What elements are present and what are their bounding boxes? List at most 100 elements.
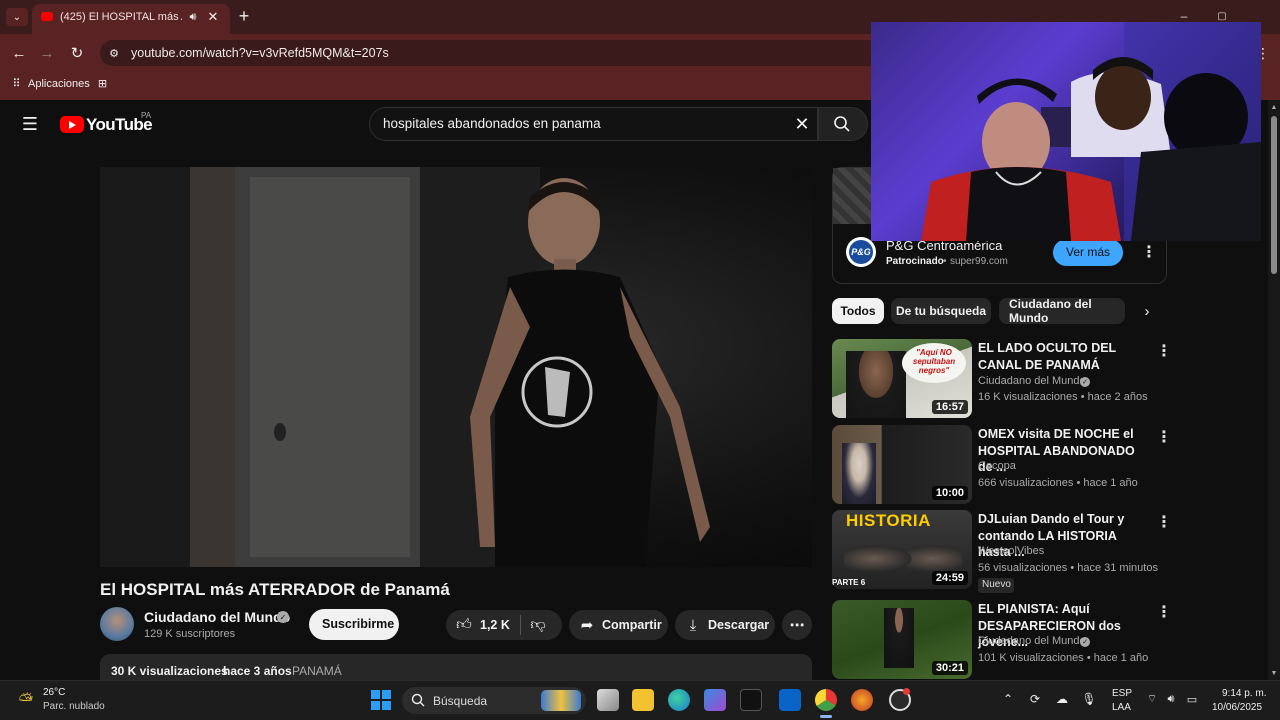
clock-time[interactable]: 9:14 p. m.: [1222, 688, 1266, 699]
tab-groups-icon[interactable]: ⊞: [96, 77, 109, 90]
maximize-icon[interactable]: ▢: [1214, 10, 1230, 22]
language-code[interactable]: ESP: [1112, 688, 1132, 699]
share-label: Compartir: [602, 618, 662, 632]
related-meta: 101 K visualizaciones • hace 1 año: [978, 652, 1149, 664]
scroll-up-icon[interactable]: ▲: [1268, 101, 1280, 113]
chip-label: Ciudadano del Mundo: [1009, 298, 1092, 324]
thumb-person: [884, 608, 914, 668]
volume-icon[interactable]: 🔊︎: [1164, 692, 1178, 706]
hamburger-menu-icon[interactable]: ☰: [20, 114, 40, 134]
clock-date[interactable]: 10/06/2025: [1212, 702, 1262, 713]
task-view-icon[interactable]: [597, 689, 619, 711]
related-channel[interactable]: Ciudadano del Mundo: [978, 375, 1086, 387]
scroll-down-icon[interactable]: ▼: [1268, 667, 1280, 679]
reload-icon[interactable]: ↻: [68, 44, 86, 62]
app-icon[interactable]: [851, 689, 873, 711]
tray-chevron-icon[interactable]: ⌃: [1001, 692, 1015, 706]
related-channel[interactable]: Ciudadano del Mundo: [978, 635, 1086, 647]
speaker-icon[interactable]: 🔊︎: [186, 10, 200, 24]
like-icon[interactable]: 👍︎: [455, 616, 473, 634]
clear-search-icon[interactable]: ✕: [792, 114, 812, 134]
chip-ciudadano-del-mundo[interactable]: Ciudadano del Mundo: [999, 298, 1125, 324]
thumb-caption: "Aquí NO sepultaban negros": [912, 348, 956, 375]
like-count[interactable]: 1,2 K: [480, 618, 510, 632]
wifi-icon[interactable]: ⌔: [1145, 692, 1159, 706]
related-channel[interactable]: Cocopa: [978, 460, 1016, 472]
microphone-icon[interactable]: 🎙︎: [1081, 692, 1096, 706]
battery-icon[interactable]: ▭: [1184, 692, 1200, 706]
search-query: hospitales abandonados en panama: [383, 116, 601, 131]
ad-sponsored: Patrocinado: [886, 256, 944, 267]
edge-icon[interactable]: [668, 689, 690, 711]
weather-icon[interactable]: ⛅︎: [14, 688, 38, 712]
related-thumbnail[interactable]: "Aquí NO sepultaban negros" 16:57: [832, 339, 972, 418]
related-thumbnail[interactable]: HISTORIA PARTE 6 24:59: [832, 510, 972, 589]
chevron-right-icon[interactable]: ›: [1138, 302, 1156, 320]
tab-list-button[interactable]: ⌄: [6, 8, 28, 26]
chip-de-tu-busqueda[interactable]: De tu búsqueda: [891, 298, 991, 324]
related-thumbnail[interactable]: 10:00: [832, 425, 972, 504]
channel-avatar[interactable]: [100, 607, 134, 641]
video-title: El HOSPITAL más ATERRADOR de Panamá: [100, 580, 450, 599]
related-thumbnail[interactable]: 30:21: [832, 600, 972, 679]
chip-label: De tu búsqueda: [895, 304, 986, 318]
back-icon[interactable]: ←: [10, 44, 28, 62]
minimize-icon[interactable]: –: [1176, 9, 1192, 23]
store-icon[interactable]: [704, 689, 726, 711]
outlook-icon[interactable]: [779, 689, 801, 711]
view-count: 30 K visualizaciones: [111, 664, 228, 678]
chrome-icon[interactable]: [815, 689, 837, 711]
video-duration: 24:59: [931, 571, 968, 585]
tray-app-icon[interactable]: ⟳: [1028, 692, 1042, 706]
related-meta: 16 K visualizaciones • hace 2 años: [978, 391, 1148, 403]
subscriber-count: 129 K suscriptores: [144, 628, 236, 640]
dislike-icon[interactable]: 👎︎: [529, 616, 547, 634]
chip-todos[interactable]: Todos: [832, 298, 884, 324]
upload-age: hace 3 años: [223, 664, 292, 678]
more-horizontal-icon: ⋯: [789, 617, 805, 634]
video-player[interactable]: [100, 167, 812, 567]
ad-menu-icon[interactable]: ⋮: [1141, 242, 1157, 262]
scrollbar-thumb[interactable]: [1271, 116, 1277, 274]
recording-dot-icon: [903, 688, 910, 695]
video-tag[interactable]: PANAMÁ: [292, 664, 342, 678]
verified-icon: ✓: [1080, 637, 1090, 647]
related-menu-icon[interactable]: ⋮: [1156, 427, 1172, 447]
related-channel[interactable]: WestcolVibes: [978, 545, 1044, 557]
apps-grid-icon[interactable]: ⠿: [10, 77, 23, 90]
taskbar-search-icon: [410, 692, 426, 708]
search-icon: [832, 114, 852, 134]
youtube-favicon-icon: [41, 12, 53, 21]
related-menu-icon[interactable]: ⋮: [1156, 512, 1172, 532]
related-menu-icon[interactable]: ⋮: [1156, 602, 1172, 622]
youtube-logo-icon[interactable]: [60, 116, 84, 133]
thumb-subcaption: PARTE 6: [832, 578, 866, 587]
tray-app2-icon[interactable]: ☁︎: [1055, 692, 1069, 706]
verified-icon: ✓: [1080, 377, 1090, 387]
channel-name[interactable]: Ciudadano del Mundo: [144, 609, 290, 625]
ad-domain: super99.com: [950, 256, 1008, 267]
download-label: Descargar: [708, 618, 770, 632]
keyboard-layout[interactable]: LAA: [1112, 702, 1131, 713]
video-duration: 30:21: [931, 661, 968, 675]
file-explorer-icon[interactable]: [632, 689, 654, 711]
new-badge-label: Nuevo: [982, 579, 1011, 590]
download-icon: ⤓: [689, 616, 697, 634]
new-tab-icon[interactable]: +: [236, 6, 252, 26]
like-divider: [520, 615, 521, 635]
related-title[interactable]: EL LADO OCULTO DEL CANAL DE PANAMÁ: [978, 340, 1148, 373]
ad-cta-label: Ver más: [1066, 245, 1111, 259]
webcam-overlay: [871, 22, 1261, 241]
close-tab-icon[interactable]: ✕: [206, 9, 220, 24]
windows-start-icon[interactable]: [371, 690, 391, 710]
related-meta: 56 visualizaciones • hace 31 minutos: [978, 562, 1158, 574]
chip-label: Todos: [840, 304, 876, 318]
thumb-person: [842, 443, 876, 504]
related-menu-icon[interactable]: ⋮: [1156, 341, 1172, 361]
bookmark-apps[interactable]: Aplicaciones: [28, 78, 90, 90]
forward-icon[interactable]: →: [38, 44, 56, 62]
site-info-icon[interactable]: ⚙︎: [106, 45, 122, 61]
call-of-duty-icon[interactable]: [740, 689, 762, 711]
pg-logo-icon: P&G: [846, 237, 876, 267]
video-frame-icon: [100, 167, 710, 567]
